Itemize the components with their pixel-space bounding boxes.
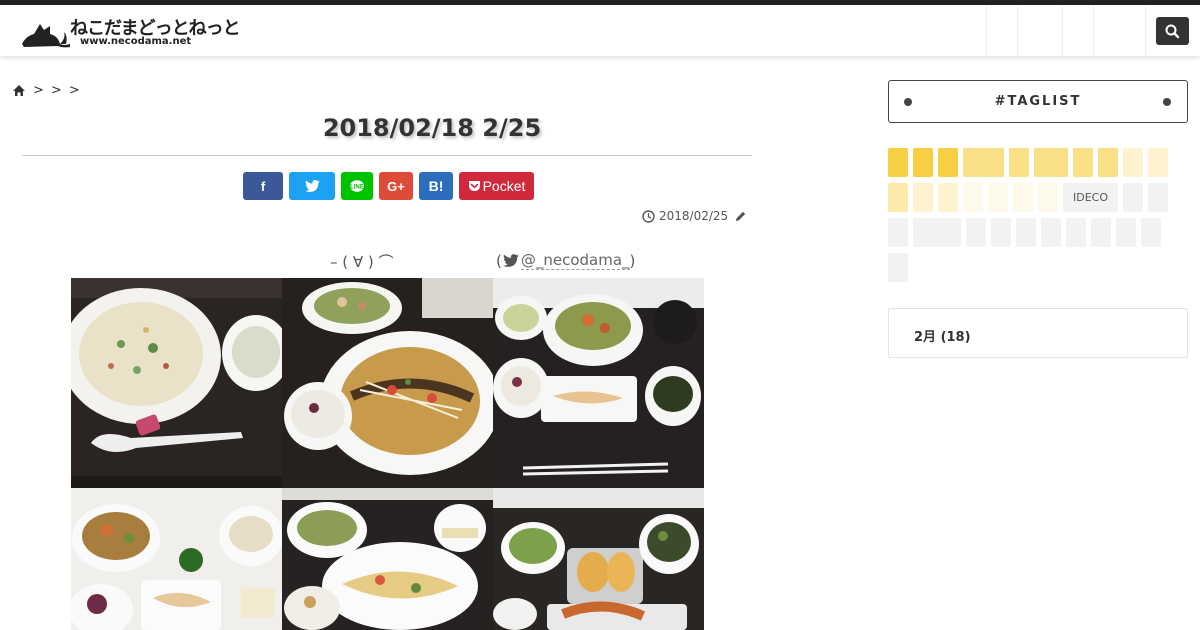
hatena-icon: B! (428, 178, 444, 194)
tag-link[interactable] (1073, 148, 1093, 177)
paren-open: ( (496, 251, 502, 270)
breadcrumb-separator: > (68, 83, 80, 98)
site-logo[interactable]: ねこだまどっとねっと www.necodama.net (20, 12, 241, 52)
googleplus-share-button[interactable]: G+ (379, 172, 413, 200)
clock-icon (642, 209, 655, 223)
photo-grid (71, 278, 704, 630)
home-icon[interactable] (12, 84, 26, 97)
tag-link[interactable]: IDECO (1063, 183, 1118, 212)
decorative-dot (1163, 98, 1171, 106)
nav-item[interactable] (986, 5, 1017, 56)
title-divider (22, 155, 752, 156)
tag-link[interactable] (1148, 148, 1168, 177)
breadcrumb-separator: > (33, 83, 44, 98)
tag-link[interactable] (1091, 218, 1111, 247)
search-icon (1165, 24, 1180, 39)
search-button[interactable] (1156, 17, 1189, 45)
tag-link[interactable] (1116, 218, 1136, 247)
tag-link[interactable] (913, 148, 933, 177)
post-date: 2018/02/25 (659, 209, 729, 223)
taglist-title: #TAGLIST (994, 94, 1082, 109)
tag-link[interactable] (888, 148, 908, 177)
nav-divider (1145, 5, 1146, 56)
tag-link[interactable] (991, 218, 1011, 247)
tag-link[interactable] (1041, 218, 1061, 247)
pencil-icon (736, 211, 746, 221)
line-share-button[interactable]: LINE (341, 172, 373, 200)
meal-photo[interactable] (493, 488, 704, 630)
nav-item[interactable] (1062, 5, 1093, 56)
tag-link[interactable] (1148, 183, 1168, 212)
twitter-icon (502, 254, 519, 267)
archive-widget: 2月 (18) (888, 308, 1188, 358)
twitter-share-button[interactable] (289, 172, 335, 200)
tag-link[interactable] (888, 218, 908, 247)
line-icon: LINE (350, 179, 364, 192)
tag-link[interactable] (1066, 218, 1086, 247)
paren-close: ) (629, 251, 636, 270)
breadcrumb: > > > (12, 83, 80, 98)
meal-photo[interactable] (71, 488, 282, 630)
global-nav (986, 5, 1146, 56)
tag-link[interactable] (913, 218, 961, 247)
tag-link[interactable] (1034, 148, 1068, 177)
pocket-icon (468, 181, 480, 191)
pocket-share-button[interactable]: Pocket (459, 172, 534, 200)
tag-link[interactable] (1016, 218, 1036, 247)
tag-link[interactable] (988, 183, 1008, 212)
tag-link[interactable] (1009, 148, 1029, 177)
tag-link[interactable] (938, 148, 958, 177)
tag-link[interactable] (1013, 183, 1033, 212)
twitter-icon (304, 180, 320, 192)
post-caption: – ( ∀ ) ⌒ (330, 253, 394, 271)
tag-link[interactable] (1123, 148, 1143, 177)
nav-item[interactable] (1017, 5, 1062, 56)
tag-link[interactable] (963, 183, 983, 212)
facebook-icon: f (260, 178, 266, 194)
googleplus-icon: G+ (387, 178, 405, 194)
caption-handle-wrap: ( @_necodama_ ) (496, 251, 635, 270)
meal-photo[interactable] (282, 278, 493, 488)
pocket-label: Pocket (482, 178, 526, 194)
tag-link[interactable] (888, 183, 908, 212)
meal-photo[interactable] (493, 278, 704, 488)
twitter-handle-link[interactable]: @_necodama_ (520, 251, 630, 270)
tag-link[interactable] (913, 183, 933, 212)
share-buttons: f LINE G+ B! Pocket (243, 172, 534, 200)
tag-link[interactable] (1123, 183, 1143, 212)
breadcrumb-separator: > (50, 83, 62, 98)
site-header: ねこだまどっとねっと www.necodama.net (0, 5, 1200, 56)
svg-text:LINE: LINE (350, 184, 364, 190)
taglist-widget-header: #TAGLIST (888, 80, 1188, 123)
tag-link[interactable] (1098, 148, 1118, 177)
meal-photo[interactable] (71, 278, 282, 488)
logo-url: www.necodama.net (80, 36, 192, 47)
tag-link[interactable] (1141, 218, 1161, 247)
tag-link[interactable] (888, 253, 908, 282)
nav-item[interactable] (1093, 5, 1145, 56)
tag-link[interactable] (938, 183, 958, 212)
cat-logo-icon (22, 24, 70, 48)
archive-link[interactable]: 2月 (18) (914, 326, 971, 345)
meal-photo[interactable] (282, 488, 493, 630)
tag-link[interactable] (1038, 183, 1058, 212)
tag-link[interactable] (963, 148, 1004, 177)
post-title: 2018/02/18 2/25 (322, 114, 542, 142)
facebook-share-button[interactable]: f (243, 172, 283, 200)
hatena-bookmark-button[interactable]: B! (419, 172, 453, 200)
post-meta: 2018/02/25 (642, 209, 747, 223)
tag-link[interactable] (966, 218, 986, 247)
